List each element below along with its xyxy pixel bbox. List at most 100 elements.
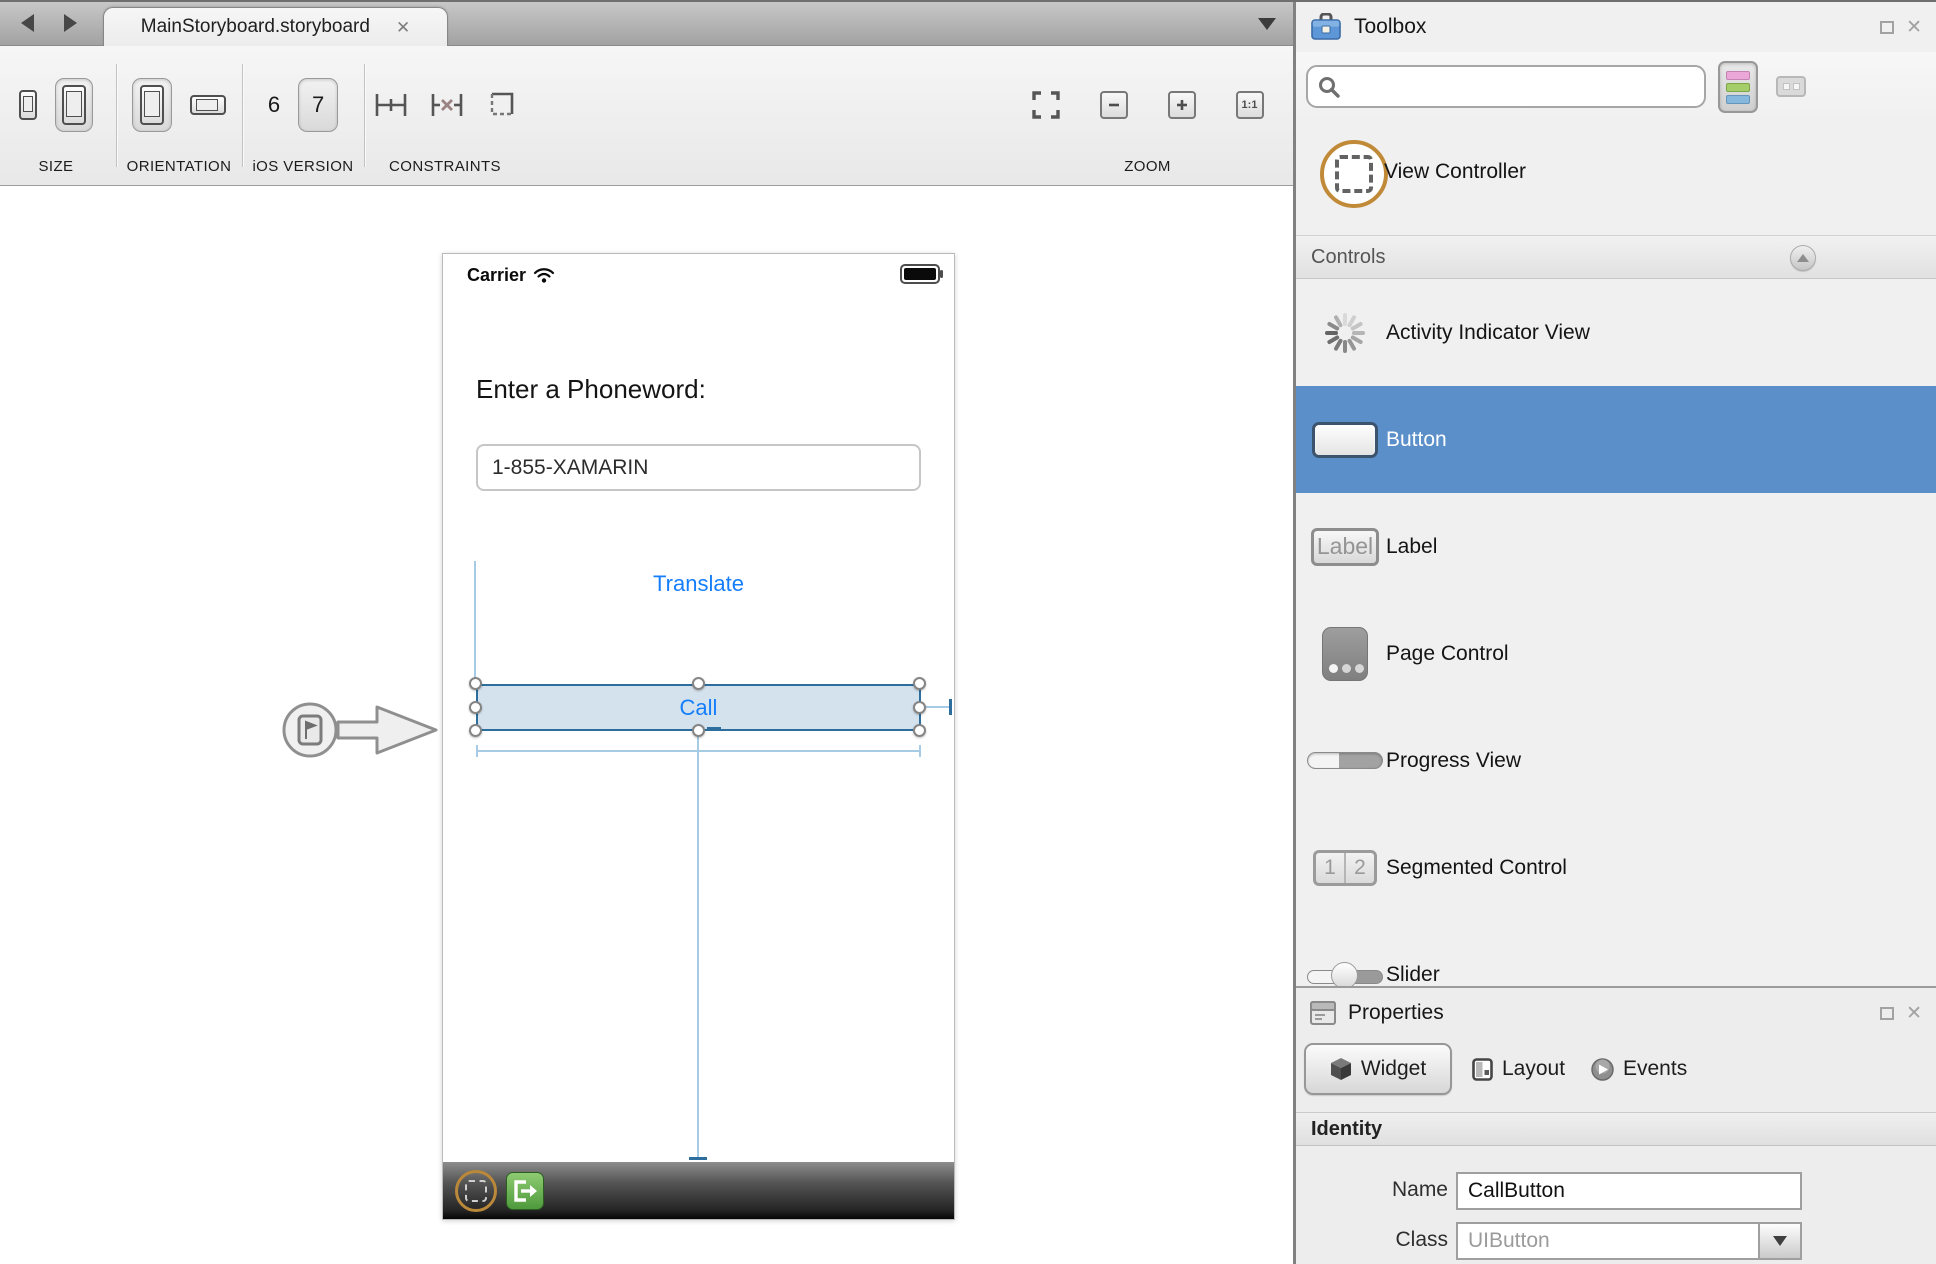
toolbar-separator: [116, 64, 117, 167]
orientation-landscape-button[interactable]: [190, 95, 226, 115]
toolbox-icon: [1310, 13, 1342, 41]
orientation-portrait-button[interactable]: [132, 78, 172, 132]
bottom-guide-tick: [689, 1157, 707, 1160]
battery-icon: [900, 264, 944, 289]
toolbox-item-label-control[interactable]: Label Label: [1296, 493, 1936, 600]
dashed-viewport-icon: [465, 1180, 487, 1202]
tab-widget[interactable]: Widget: [1304, 1043, 1452, 1095]
constraint-frame-button[interactable]: [487, 91, 515, 119]
toolbar-separator: [242, 64, 243, 167]
ios-version-6-button[interactable]: 6: [268, 92, 280, 118]
zoom-fit-button[interactable]: [1032, 91, 1060, 119]
nav-back-button[interactable]: [16, 11, 40, 35]
resize-handle-top-right[interactable]: [913, 677, 926, 690]
grid-view-toggle-button[interactable]: [1776, 76, 1806, 97]
tab-mainstoryboard[interactable]: MainStoryboard.storyboard ✕: [103, 7, 448, 46]
name-input[interactable]: [1456, 1172, 1802, 1210]
iphone-small-icon: [19, 90, 37, 120]
resize-handle-bottom-left[interactable]: [469, 724, 482, 737]
view-controller-icon: [1320, 140, 1388, 208]
toolbox-item-label: Page Control: [1386, 642, 1509, 666]
initial-view-controller-arrow[interactable]: [280, 694, 442, 771]
class-value: UIButton: [1458, 1229, 1758, 1253]
designer-toolbar: SIZE ORIENTATION 6 7 iOS VERSION: [0, 46, 1296, 186]
size-group-label: SIZE: [6, 158, 106, 175]
widget-cube-icon: [1330, 1057, 1352, 1081]
tab-list-dropdown-icon[interactable]: [1258, 18, 1276, 30]
resize-handle-mid-right[interactable]: [913, 701, 926, 714]
segmented-control-icon: 12: [1302, 814, 1388, 921]
tab-close-icon[interactable]: ✕: [396, 19, 410, 36]
toolbox-item-label: Slider: [1386, 963, 1440, 987]
toolbox-header: Toolbox ✕: [1296, 2, 1936, 52]
toolbox-item-button[interactable]: Button: [1296, 386, 1936, 493]
dock-window-icon[interactable]: [1880, 1007, 1894, 1020]
zoom-out-button[interactable]: [1100, 91, 1128, 119]
size-iphone-small-button[interactable]: [19, 90, 37, 120]
constraint-delete-button[interactable]: [431, 92, 463, 118]
translate-button[interactable]: Translate: [443, 571, 954, 597]
wifi-icon: [533, 267, 555, 284]
ios-version-7-button[interactable]: 7: [298, 78, 338, 132]
toolbox-item-view-controller[interactable]: View Controller: [1296, 122, 1936, 235]
resize-handle-top-left[interactable]: [469, 677, 482, 690]
toolbox-item-activity-indicator[interactable]: Activity Indicator View: [1296, 279, 1936, 386]
iphone-tall-icon: [62, 85, 86, 125]
toolbox-item-slider[interactable]: Slider: [1296, 921, 1936, 986]
resize-handle-bottom-center[interactable]: [692, 724, 705, 737]
close-panel-icon[interactable]: ✕: [1906, 18, 1922, 37]
size-iphone-tall-button[interactable]: [55, 78, 93, 132]
button-icon: [1302, 386, 1388, 493]
toolbox-item-page-control[interactable]: Page Control: [1296, 600, 1936, 707]
zoom-actual-size-button[interactable]: 1:1: [1236, 91, 1264, 119]
right-edge-tick: [949, 699, 952, 715]
zoom-in-button[interactable]: [1168, 91, 1196, 119]
zoom-in-icon: [1175, 98, 1189, 112]
back-arrow-icon: [20, 13, 36, 33]
class-label: Class: [1296, 1228, 1448, 1252]
phoneword-input[interactable]: [476, 444, 921, 491]
toolbox-item-progress-view[interactable]: Progress View: [1296, 707, 1936, 814]
controls-section-header[interactable]: Controls: [1296, 235, 1936, 279]
properties-pane: Properties ✕ Widget: [1296, 986, 1936, 1264]
resize-handle-bottom-right[interactable]: [913, 724, 926, 737]
list-view-toggle-button[interactable]: [1718, 61, 1758, 113]
name-form-row: Name: [1296, 1172, 1936, 1210]
constraint-width-button[interactable]: [375, 92, 407, 118]
tab-layout[interactable]: Layout: [1472, 1043, 1565, 1095]
toolbox-search-input[interactable]: [1306, 65, 1706, 108]
tab-layout-label: Layout: [1502, 1057, 1565, 1081]
toolbox-item-label: Activity Indicator View: [1386, 321, 1590, 345]
identity-section-header: Identity: [1296, 1112, 1936, 1146]
toolbox-pane: Toolbox ✕ View Controller Controls: [1296, 2, 1936, 986]
design-canvas[interactable]: Carrier Enter a Phoneword: Translate: [0, 187, 1296, 1264]
nav-forward-button[interactable]: [58, 11, 82, 35]
toolbar-group-size: SIZE: [6, 46, 106, 185]
toolbox-title: Toolbox: [1354, 15, 1426, 39]
view-controller-badge[interactable]: [455, 1170, 497, 1212]
toolbox-item-label: Segmented Control: [1386, 856, 1567, 880]
class-combobox[interactable]: UIButton: [1456, 1222, 1802, 1260]
collapse-section-button[interactable]: [1790, 245, 1816, 271]
tab-events[interactable]: Events: [1591, 1043, 1687, 1095]
close-panel-icon[interactable]: ✕: [1906, 1004, 1922, 1023]
view-controller-label: View Controller: [1384, 160, 1526, 184]
class-dropdown-button[interactable]: [1758, 1224, 1800, 1258]
resize-handle-mid-left[interactable]: [469, 701, 482, 714]
list-view-icon: [1726, 71, 1750, 80]
identity-section-label: Identity: [1311, 1118, 1382, 1141]
right-dock-panel: Toolbox ✕ View Controller Controls: [1293, 0, 1936, 1264]
tab-events-label: Events: [1623, 1057, 1687, 1081]
storyboard-editor: MainStoryboard.storyboard ✕ SIZE ORIENTA…: [0, 0, 1296, 1264]
properties-icon: [1310, 1001, 1336, 1025]
forward-arrow-icon: [62, 13, 78, 33]
activity-indicator-icon: [1302, 279, 1388, 386]
status-bar: Carrier: [467, 265, 555, 286]
toolbox-item-segmented-control[interactable]: 12 Segmented Control: [1296, 814, 1936, 921]
exit-segue-badge[interactable]: [506, 1172, 544, 1210]
chevron-up-icon: [1797, 254, 1809, 262]
iphone-design-surface[interactable]: Carrier Enter a Phoneword: Translate: [442, 253, 955, 1220]
slider-icon: [1302, 921, 1388, 986]
dock-window-icon[interactable]: [1880, 21, 1894, 34]
resize-handle-top-center[interactable]: [692, 677, 705, 690]
